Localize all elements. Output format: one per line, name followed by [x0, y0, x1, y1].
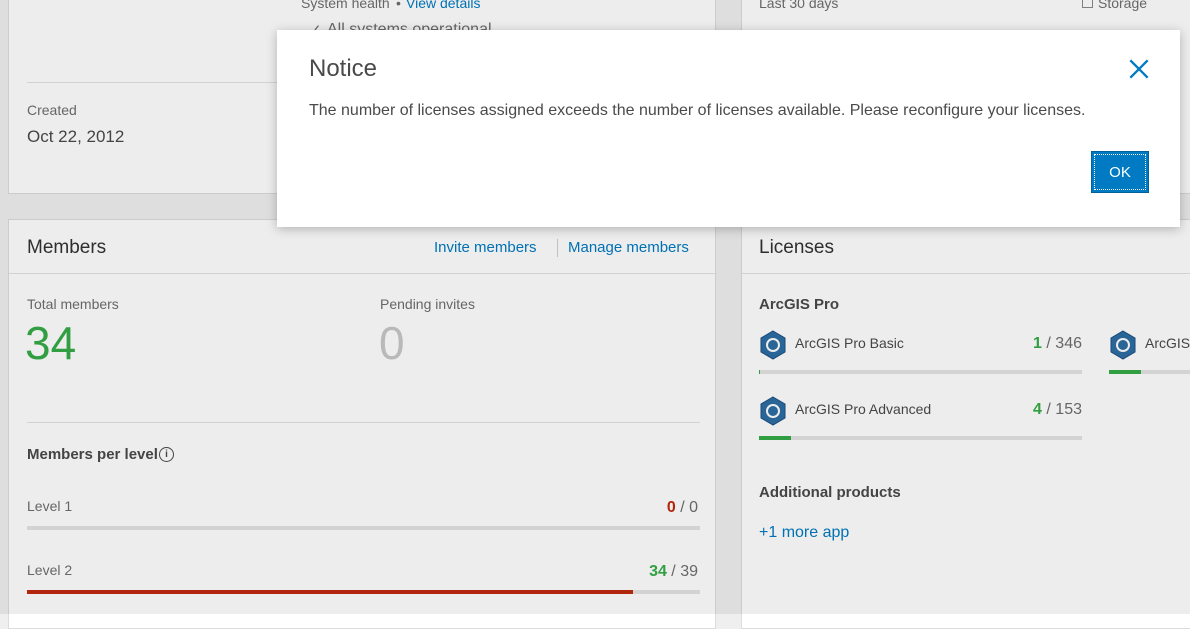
license-2-sep: /	[1041, 401, 1056, 418]
close-icon[interactable]	[1126, 56, 1152, 82]
total-members-value: 34	[25, 317, 77, 369]
arcgis-app-icon	[1110, 330, 1136, 360]
licenses-card: Licenses ArcGIS Pro ArcGIS Pro Basic 1 /…	[741, 219, 1190, 629]
storage-legend-label: Storage	[1098, 0, 1148, 11]
level-2-progress	[27, 590, 700, 594]
license-3-progress	[1109, 370, 1190, 374]
level-1-label: Level 1	[27, 498, 73, 514]
license-name: ArcGIS	[1145, 335, 1190, 351]
level-2-ratio: 34 / 39	[649, 563, 698, 581]
license-3-progress-fill	[1109, 370, 1141, 374]
license-2-ratio: 4 / 153	[1018, 401, 1082, 419]
license-2-total: 153	[1055, 401, 1082, 418]
license-1-ratio: 1 / 346	[1028, 335, 1082, 353]
license-2-progress-fill	[759, 436, 791, 440]
level-1-used: 0	[666, 499, 676, 516]
ok-button[interactable]: OK	[1091, 151, 1149, 193]
level-2-label: Level 2	[27, 562, 73, 578]
level-2-sep: /	[666, 563, 681, 580]
pending-invites-label: Pending invites	[380, 296, 475, 312]
system-health-label: System health	[301, 0, 390, 11]
created-value: Oct 22, 2012	[27, 127, 125, 146]
separator-dot: •	[396, 0, 401, 11]
additional-products-title: Additional products	[759, 484, 901, 501]
total-members-label: Total members	[27, 296, 119, 312]
notice-dialog: Notice The number of licenses assigned e…	[277, 30, 1180, 227]
link-separator	[557, 239, 558, 257]
members-per-level-label: Members per level	[27, 446, 158, 463]
license-2-progress	[759, 436, 1082, 440]
dialog-title: Notice	[309, 55, 378, 82]
members-header-divider	[9, 273, 717, 274]
level-2-total: 39	[680, 563, 698, 580]
licenses-title: Licenses	[759, 237, 834, 258]
arcgis-pro-section-title: ArcGIS Pro	[759, 296, 840, 313]
level-2-used: 34	[649, 563, 667, 580]
info-icon[interactable]: i	[159, 447, 174, 462]
arcgis-pro-basic-icon	[760, 330, 786, 360]
created-label: Created	[27, 102, 77, 118]
members-divider	[27, 422, 700, 423]
license-2-used: 4	[1033, 401, 1042, 418]
manage-members-link[interactable]: Manage members	[568, 239, 689, 256]
level-1-sep: /	[675, 499, 690, 516]
level-1-total: 0	[689, 499, 698, 516]
arcgis-pro-advanced-icon	[760, 396, 786, 426]
level-1-progress	[27, 526, 700, 530]
license-name: ArcGIS Pro Basic	[795, 335, 904, 351]
pending-invites-value: 0	[379, 317, 405, 369]
members-card: Members Invite members Manage members To…	[8, 219, 717, 629]
dialog-message: The number of licenses assigned exceeds …	[309, 102, 1086, 119]
license-1-used: 1	[1033, 335, 1042, 352]
period-label: Last 30 days	[759, 0, 839, 11]
invite-members-link[interactable]: Invite members	[434, 239, 537, 256]
storage-legend-swatch	[1082, 0, 1093, 8]
level-2-progress-fill	[27, 590, 633, 594]
view-details-link[interactable]: View details	[406, 0, 480, 11]
license-1-total: 346	[1055, 335, 1082, 352]
more-apps-link[interactable]: +1 more app	[759, 524, 849, 542]
level-1-ratio: 0 / 0	[667, 499, 698, 517]
members-title: Members	[27, 237, 107, 258]
license-1-sep: /	[1041, 335, 1056, 352]
license-1-progress-fill	[759, 370, 760, 374]
license-1-progress	[759, 370, 1082, 374]
licenses-header-divider	[742, 273, 1190, 274]
license-name: ArcGIS Pro Advanced	[795, 401, 932, 417]
